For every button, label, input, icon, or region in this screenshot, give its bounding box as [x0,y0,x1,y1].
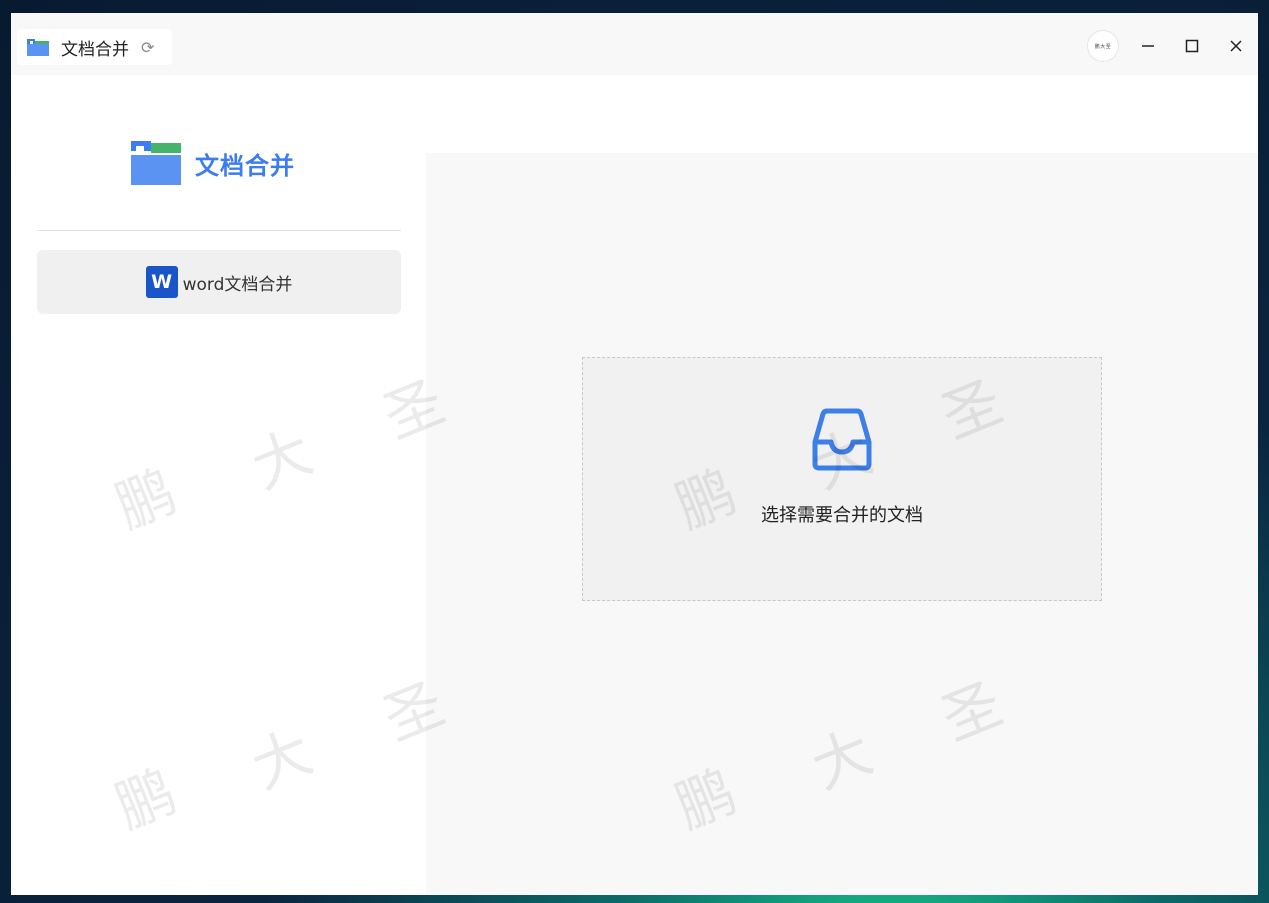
folder-logo-icon [131,141,181,185]
folder-app-icon [27,39,49,56]
minimize-button[interactable] [1126,31,1170,61]
maximize-button[interactable] [1170,31,1214,61]
maximize-icon [1185,39,1199,53]
avatar[interactable]: 鹏大圣 [1088,31,1118,61]
sidebar: 文档合并 W word文档合并 [11,75,426,895]
refresh-icon[interactable]: ⟳ [141,38,154,57]
dropzone-hint: 选择需要合并的文档 [761,505,923,526]
title-bar: 文档合并 ⟳ 鹏大圣 [11,13,1258,75]
close-icon [1230,40,1242,52]
app-window: 文档合并 ⟳ 鹏大圣 文档合并 W word文档合并 选择需要合并的文档 [11,13,1258,895]
word-icon: W [145,266,178,298]
close-button[interactable] [1214,31,1258,61]
main-panel: 选择需要合并的文档 [426,153,1258,895]
window-controls: 鹏大圣 [1088,31,1258,61]
sidebar-item-label: word文档合并 [182,274,293,295]
sidebar-item-word-merge[interactable]: W word文档合并 [37,250,401,314]
sidebar-divider [37,230,401,231]
file-drop-zone[interactable]: 选择需要合并的文档 [582,357,1102,601]
app-title: 文档合并 [61,39,129,60]
app-tab[interactable]: 文档合并 ⟳ [17,29,172,65]
logo-text: 文档合并 [195,151,295,180]
inbox-icon [812,408,872,471]
app-logo: 文档合并 [131,141,295,185]
minimize-icon [1142,45,1154,47]
